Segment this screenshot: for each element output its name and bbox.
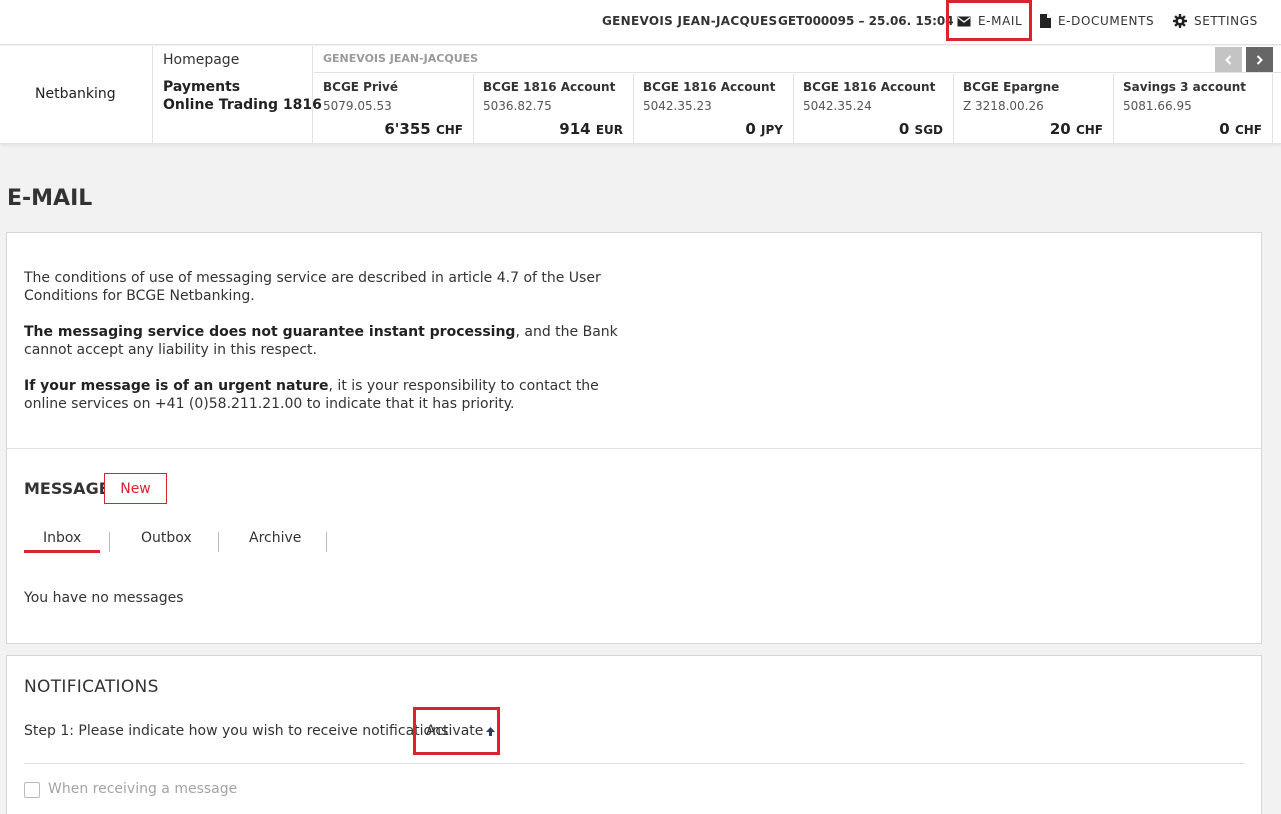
- account-balance: 914 EUR: [559, 120, 623, 138]
- email-highlight: [946, 0, 1032, 41]
- account-name: Savings 3 account: [1123, 80, 1247, 94]
- account-number: 5079.05.53: [323, 99, 392, 113]
- message-title: MESSAGE: [24, 479, 110, 498]
- account-name: BCGE Privé: [323, 80, 398, 94]
- account-number: 5036.82.75: [483, 99, 552, 113]
- account-balance: 6'355 CHF: [384, 120, 463, 138]
- settings-link[interactable]: SETTINGS: [1173, 14, 1258, 28]
- accounts-header: GENEVOIS JEAN-JACQUES: [314, 46, 1281, 73]
- tab-inbox[interactable]: Inbox: [43, 530, 81, 546]
- edocuments-label: E-DOCUMENTS: [1058, 14, 1155, 28]
- new-message-button[interactable]: New: [104, 473, 167, 504]
- account-currency: SGD: [914, 123, 943, 137]
- account-holder: GENEVOIS JEAN-JACQUES: [323, 52, 479, 65]
- activate-highlight: [413, 707, 500, 755]
- tab-archive[interactable]: Archive: [249, 530, 301, 546]
- account-balance: 0 JPY: [745, 120, 783, 138]
- conditions-text: The conditions of use of messaging servi…: [24, 270, 601, 304]
- account-strip: Netbanking Homepage Payments Online Trad…: [0, 46, 1281, 144]
- notifications-title: NOTIFICATIONS: [24, 677, 159, 697]
- main-menu: Homepage Payments Online Trading 1816: [154, 46, 322, 144]
- email-panel: The conditions of use of messaging servi…: [6, 232, 1262, 644]
- account-balance: 0 CHF: [1219, 120, 1262, 138]
- account-number: Z 3218.00.26: [963, 99, 1044, 113]
- edocuments-link[interactable]: E-DOCUMENTS: [1040, 14, 1154, 28]
- account-card[interactable]: BCGE 1816 Account 5036.82.75 914 EUR: [474, 74, 634, 144]
- account-number: 5042.35.23: [643, 99, 712, 113]
- notification-step-text: Step 1: Please indicate how you wish to …: [24, 723, 449, 739]
- chevron-right-icon: [1256, 54, 1263, 65]
- section-divider: [7, 448, 1261, 449]
- account-currency: CHF: [435, 123, 463, 137]
- processing-notice: The messaging service does not guarantee…: [24, 324, 618, 358]
- notifications-panel: NOTIFICATIONS Step 1: Please indicate ho…: [6, 655, 1262, 814]
- settings-label: SETTINGS: [1194, 14, 1258, 28]
- top-bar: GENEVOIS JEAN-JACQUES GET000095 – 25.06.…: [0, 0, 1281, 45]
- account-name: BCGE 1816 Account: [643, 80, 776, 94]
- account-currency: JPY: [761, 123, 783, 137]
- brand-name: Netbanking: [35, 86, 116, 102]
- user-name: GENEVOIS JEAN-JACQUES: [602, 14, 778, 28]
- active-tab-indicator: [24, 550, 100, 553]
- tab-separator: [109, 532, 110, 552]
- page-title: E-MAIL: [7, 186, 93, 211]
- account-card[interactable]: BCGE 1816 Account 5042.35.24 0 SGD: [794, 74, 954, 144]
- account-name: BCGE 1816 Account: [483, 80, 616, 94]
- account-balance: 0 SGD: [898, 120, 943, 138]
- account-currency: CHF: [1234, 123, 1262, 137]
- gear-icon: [1173, 14, 1187, 28]
- tab-separator: [326, 532, 327, 552]
- empty-inbox-text: You have no messages: [24, 590, 184, 606]
- account-currency: EUR: [595, 123, 623, 137]
- account-number: 5081.66.95: [1123, 99, 1192, 113]
- account-name: BCGE Epargne: [963, 80, 1060, 94]
- chevron-left-icon: [1225, 54, 1232, 65]
- account-card[interactable]: BCGE Privé 5079.05.53 6'355 CHF: [314, 74, 474, 144]
- session-info: GET000095 – 25.06. 15:04: [778, 14, 954, 28]
- message-notification-checkbox[interactable]: [24, 782, 40, 798]
- account-name: BCGE 1816 Account: [803, 80, 936, 94]
- menu-online-trading[interactable]: Online Trading 1816: [163, 97, 322, 113]
- brand-logo[interactable]: Netbanking: [0, 46, 153, 144]
- account-currency: CHF: [1075, 123, 1103, 137]
- document-icon: [1040, 14, 1051, 28]
- account-card[interactable]: Savings 3 account 5081.66.95 0 CHF: [1114, 74, 1273, 144]
- accounts-prev-button[interactable]: [1215, 47, 1242, 72]
- account-number: 5042.35.24: [803, 99, 872, 113]
- tab-separator: [218, 532, 219, 552]
- accounts-next-button[interactable]: [1246, 47, 1273, 72]
- account-balance: 20 CHF: [1049, 120, 1103, 138]
- urgent-notice: If your message is of an urgent nature, …: [24, 378, 599, 412]
- tab-outbox[interactable]: Outbox: [141, 530, 192, 546]
- account-card[interactable]: BCGE Epargne Z 3218.00.26 20 CHF: [954, 74, 1114, 144]
- account-card[interactable]: BCGE 1816 Account 5042.35.23 0 JPY: [634, 74, 794, 144]
- menu-payments[interactable]: Payments: [163, 79, 240, 95]
- message-notification-label: When receiving a message: [48, 781, 238, 797]
- menu-homepage[interactable]: Homepage: [163, 52, 239, 68]
- notifications-divider: [24, 763, 1245, 764]
